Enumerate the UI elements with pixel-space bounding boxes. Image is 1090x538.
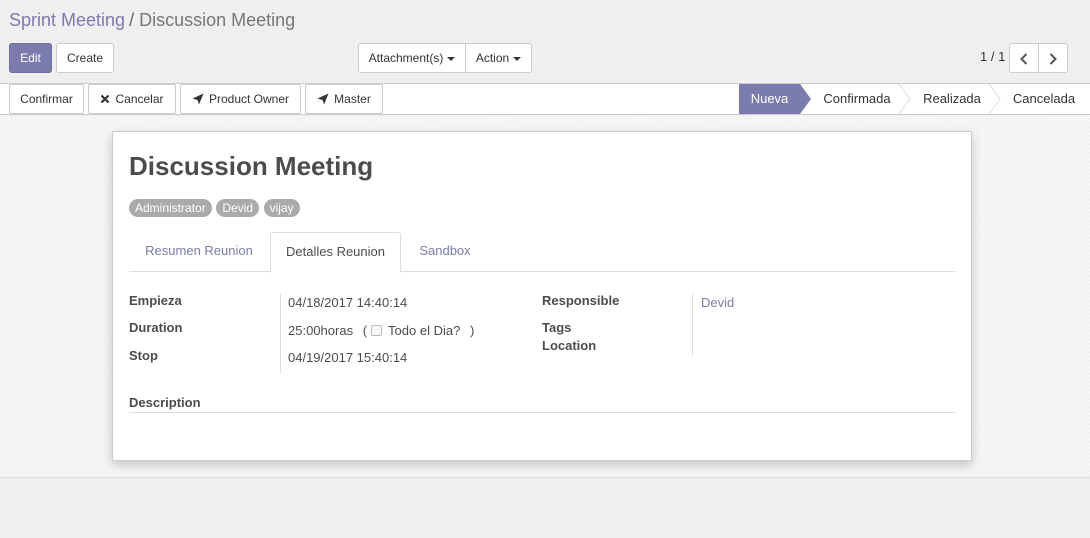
create-button[interactable]: Create	[56, 43, 114, 73]
master-label: Master	[334, 92, 371, 106]
description-divider	[129, 412, 955, 413]
status-bar: Confirmar Cancelar Product Owner Master …	[0, 83, 1090, 115]
cancelar-button[interactable]: Cancelar	[88, 84, 176, 114]
duration-value[interactable]: 25:00	[288, 323, 321, 338]
pager-previous-button[interactable]	[1009, 43, 1039, 73]
start-label: Empieza	[129, 293, 182, 308]
chevron-right-icon	[1049, 53, 1057, 65]
breadcrumb-separator: /	[129, 10, 135, 30]
description-label: Description	[129, 395, 201, 410]
attachments-dropdown[interactable]: Attachment(s)	[358, 43, 466, 73]
start-value[interactable]: 04/18/2017 14:40:14	[288, 295, 407, 310]
form-sheet: Discussion Meeting Administrator Devid v…	[112, 131, 972, 461]
stage-confirmada[interactable]: Confirmada	[813, 84, 901, 114]
breadcrumb-parent-link[interactable]: Sprint Meeting	[9, 10, 125, 30]
stage-realizada[interactable]: Realizada	[912, 84, 992, 114]
product-owner-button[interactable]: Product Owner	[180, 84, 301, 114]
confirmar-button[interactable]: Confirmar	[9, 84, 84, 114]
pager-next-button[interactable]	[1038, 43, 1068, 73]
allday-close-paren: )	[469, 323, 475, 338]
confirmar-label: Confirmar	[20, 92, 73, 106]
stage-arrow	[800, 84, 811, 114]
action-dropdown[interactable]: Action	[465, 43, 532, 73]
responsible-link[interactable]: Devid	[701, 295, 734, 310]
edit-button[interactable]: Edit	[9, 43, 52, 73]
pager-value[interactable]: 1 / 1	[980, 49, 1005, 64]
responsible-label: Responsible	[542, 293, 620, 308]
control-panel: Sprint Meeting / Discussion Meeting Edit C…	[0, 0, 1090, 84]
tags-label: Tags	[542, 320, 572, 335]
record-title: Discussion Meeting	[129, 151, 374, 181]
stop-value[interactable]: 04/19/2017 15:40:14	[288, 350, 407, 365]
stage-separator-icon	[988, 84, 1001, 114]
paper-plane-icon	[192, 93, 204, 105]
field-divider	[280, 293, 281, 373]
cancelar-label: Cancelar	[115, 92, 164, 106]
notebook-tabs: Resumen Reunion Detalles Reunion Sandbox	[129, 232, 955, 273]
paper-plane-icon	[317, 93, 329, 105]
attendee-tag: Devid	[216, 199, 259, 217]
caret-down-icon	[447, 56, 456, 61]
action-label: Action	[475, 51, 510, 65]
tab-sandbox[interactable]: Sandbox	[404, 232, 486, 272]
breadcrumb: Sprint Meeting / Discussion Meeting	[9, 9, 295, 31]
allday-open-paren: (	[362, 323, 368, 338]
stage-cancelada[interactable]: Cancelada	[1003, 84, 1085, 114]
location-label: Location	[542, 338, 597, 353]
attendee-tags: Administrator Devid vijay	[129, 199, 301, 217]
master-button[interactable]: Master	[305, 84, 383, 114]
duration-label: Duration	[129, 320, 183, 335]
attendee-tag: Administrator	[129, 199, 212, 217]
product-owner-label: Product Owner	[208, 92, 290, 106]
chevron-left-icon	[1020, 53, 1028, 65]
stage-nueva[interactable]: Nueva	[739, 84, 800, 114]
stage-separator-icon	[898, 84, 911, 114]
allday-label: Todo el Dia?	[388, 323, 461, 338]
tab-resumen-reunion[interactable]: Resumen Reunion	[129, 232, 269, 272]
attachments-label: Attachment(s)	[368, 51, 444, 65]
stop-label: Stop	[129, 348, 158, 363]
allday-checkbox[interactable]	[371, 325, 383, 337]
duration-unit: horas	[320, 323, 354, 338]
caret-down-icon	[513, 56, 522, 61]
field-divider	[692, 293, 693, 356]
close-icon	[101, 94, 110, 104]
tab-detalles-reunion[interactable]: Detalles Reunion	[270, 232, 401, 273]
breadcrumb-current: Discussion Meeting	[139, 10, 296, 30]
attendee-tag: vijay	[263, 199, 300, 217]
duration-field: 25:00horas ( Todo el Dia? )	[288, 323, 474, 338]
